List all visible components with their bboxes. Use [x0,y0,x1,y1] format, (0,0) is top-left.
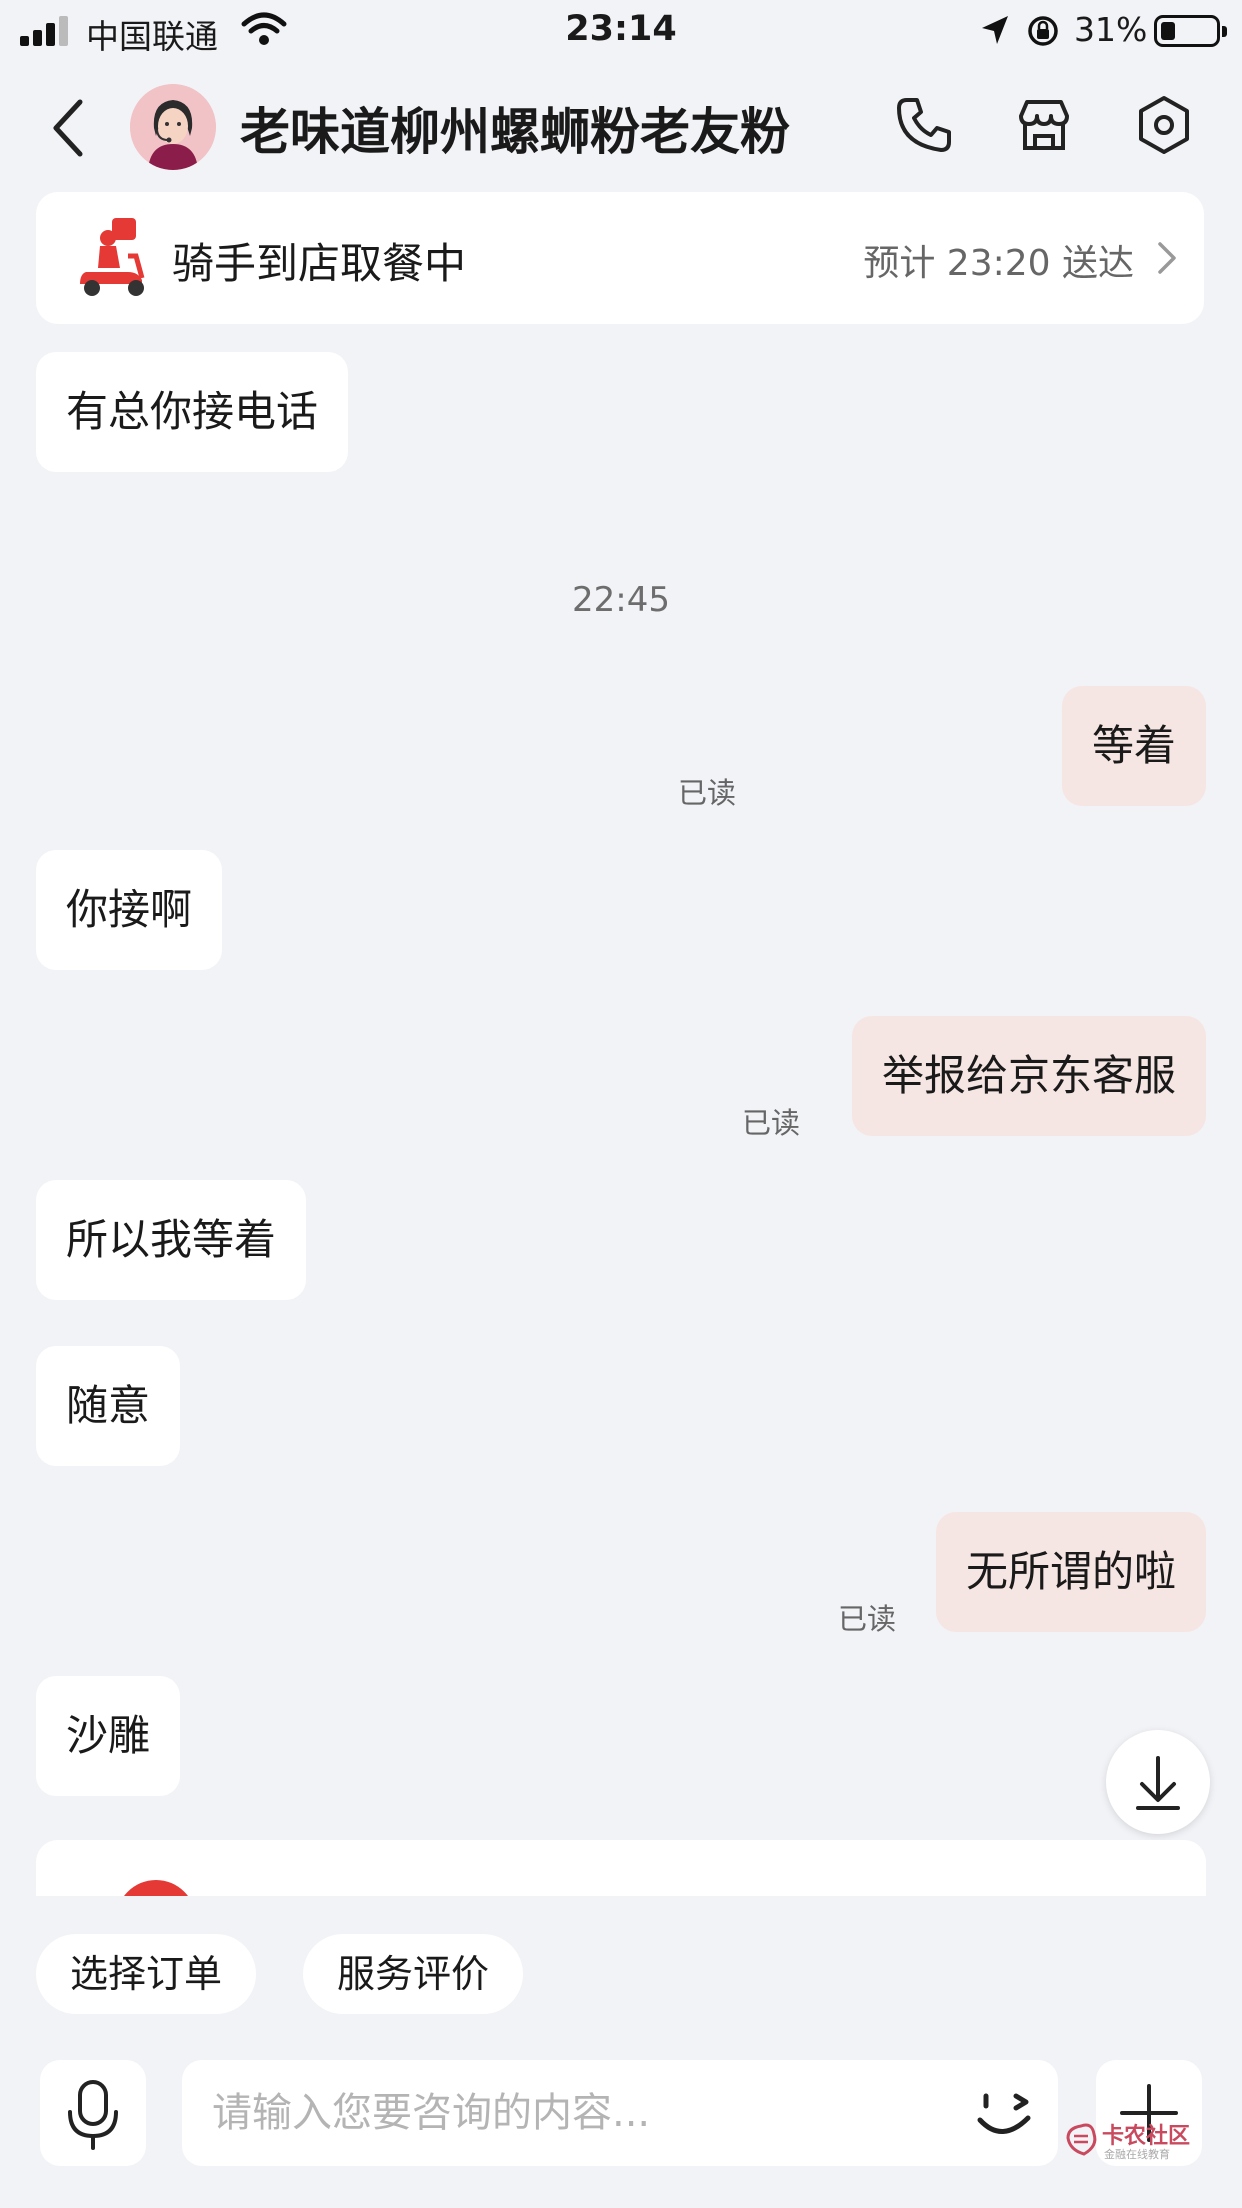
battery-percent: 31% [1074,10,1148,49]
store-icon[interactable] [1013,94,1075,156]
rider-scooter-icon [80,218,145,296]
message-bubble-sent[interactable]: 无所谓的啦 [935,1512,1206,1632]
watermark-logo-icon [1066,2123,1097,2156]
bottom-input-area: 选择订单 服务评价 [0,1896,1242,2208]
message-bubble-received[interactable]: 所以我等着 [36,1180,307,1300]
watermark: 卡农社区 金融在线教育 [1062,2118,1242,2162]
settings-hexagon-icon[interactable] [1133,94,1195,156]
message-bubble-sent[interactable]: 举报给京东客服 [851,1016,1206,1136]
message-bubble-sent[interactable]: 等着 [1061,686,1206,806]
agent-avatar-icon [130,84,216,170]
status-bar: 中国联通 23:14 31% [0,0,1242,62]
battery-icon [1154,15,1227,47]
rotation-lock-icon [1028,16,1058,46]
shop-title: 老味道柳州螺蛳粉老友粉 [240,103,790,161]
scroll-to-bottom-button[interactable] [1106,1730,1210,1834]
location-arrow-icon [982,16,1008,44]
message-input-box[interactable] [182,2060,1058,2166]
delivery-status-card[interactable]: 骑手到店取餐中 预计 23:20 送达 [36,192,1204,324]
read-receipt: 已读 [677,776,736,810]
select-order-button[interactable]: 选择订单 [36,1934,257,2014]
back-chevron-icon[interactable] [44,96,94,160]
message-input[interactable] [212,2060,932,2166]
message-timestamp: 22:45 [572,580,670,620]
read-receipt: 已读 [837,1602,896,1636]
chevron-right-icon [1158,242,1176,274]
read-receipt: 已读 [741,1106,800,1140]
watermark-subtitle: 金融在线教育 [1104,2148,1170,2161]
shop-avatar[interactable] [130,84,216,170]
microphone-icon [68,2080,118,2150]
message-bubble-received[interactable]: 有总你接电话 [36,352,349,472]
emoji-wink-icon[interactable] [972,2082,1036,2146]
delivery-status-text: 骑手到店取餐中 [172,239,467,288]
voice-input-button[interactable] [40,2060,146,2166]
service-rating-card [36,1840,1206,1896]
delivery-eta: 预计 23:20 送达 [863,243,1134,284]
message-bubble-received[interactable]: 随意 [36,1346,181,1466]
message-bubble-received[interactable]: 你接啊 [36,850,223,970]
arrow-down-icon [1136,1756,1180,1810]
card-avatar-icon [124,1880,188,1896]
phone-icon[interactable] [893,94,955,156]
service-rating-button[interactable]: 服务评价 [303,1934,524,2014]
message-bubble-received[interactable]: 沙雕 [36,1676,181,1796]
chat-header: 老味道柳州螺蛳粉老友粉 [0,62,1242,192]
